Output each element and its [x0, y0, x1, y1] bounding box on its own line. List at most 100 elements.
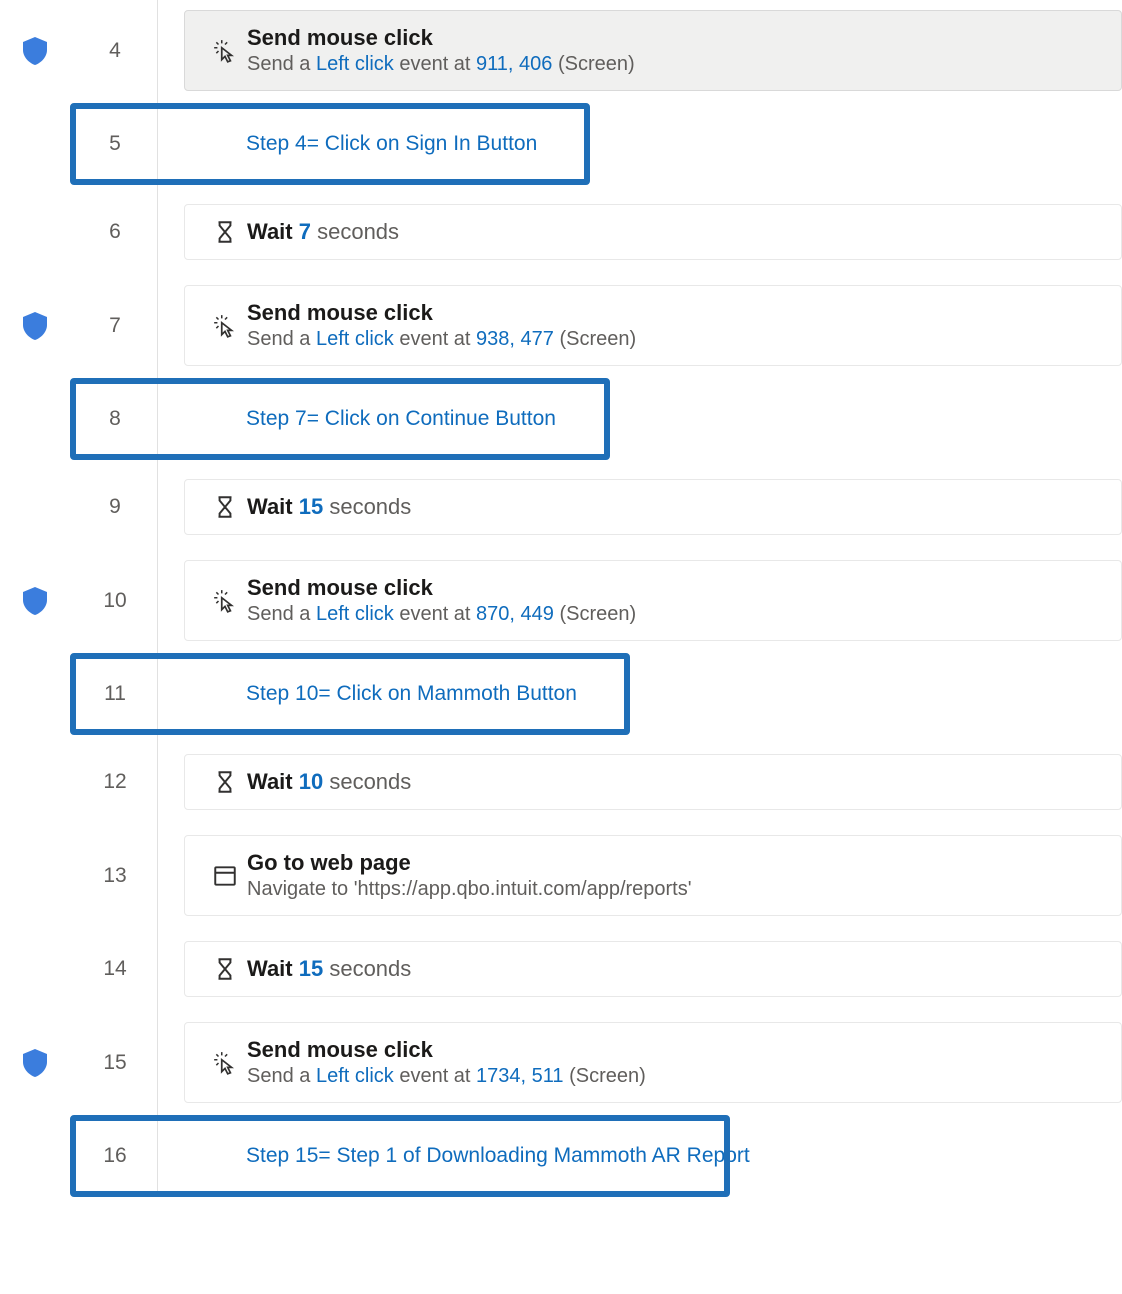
hourglass-icon: [203, 769, 247, 795]
step-title: Wait 7 seconds: [247, 219, 1103, 245]
wait-value: 7: [299, 219, 311, 244]
wait-value: 15: [299, 494, 323, 519]
browser-icon: [203, 863, 247, 889]
comment-step[interactable]: Step 4= Click on Sign In Button: [184, 118, 1122, 170]
step-title: Wait 15 seconds: [247, 494, 1103, 520]
step-text: Wait 10 seconds: [247, 769, 1103, 795]
step-text: Wait 7 seconds: [247, 219, 1103, 245]
click-coords: 1734, 511: [476, 1065, 564, 1087]
flow-step-row[interactable]: 4 Send mouse clickSend a Left click event…: [0, 10, 1122, 91]
step-text: Send mouse clickSend a Left click event …: [247, 25, 1103, 76]
flow-step-row[interactable]: 10 Send mouse clickSend a Left click even…: [0, 560, 1122, 641]
step-text: Wait 15 seconds: [247, 494, 1103, 520]
step-number: 5: [70, 132, 160, 156]
step-subtitle: Send a Left click event at 911, 406 (Scr…: [247, 53, 1103, 76]
comment-step[interactable]: Step 10= Click on Mammoth Button: [184, 668, 1122, 720]
shield-column: [0, 37, 70, 65]
action-step[interactable]: Send mouse clickSend a Left click event …: [184, 1022, 1122, 1103]
step-text: Wait 15 seconds: [247, 956, 1103, 982]
click-coords: 911, 406: [476, 53, 552, 75]
step-number: 8: [70, 407, 160, 431]
step-subtitle: Send a Left click event at 938, 477 (Scr…: [247, 328, 1103, 351]
step-subtitle: Send a Left click event at 870, 449 (Scr…: [247, 603, 1103, 626]
wait-value: 10: [299, 769, 323, 794]
step-title: Wait 10 seconds: [247, 769, 1103, 795]
action-step[interactable]: Send mouse clickSend a Left click event …: [184, 285, 1122, 366]
step-number: 16: [70, 1144, 160, 1168]
comment-step[interactable]: Step 15= Step 1 of Downloading Mammoth A…: [184, 1130, 1122, 1182]
mouse-click-icon: [203, 38, 247, 64]
flow-step-row[interactable]: 13 Go to web pageNavigate to 'https://app…: [0, 835, 1122, 916]
flow-step-row[interactable]: 9 Wait 15 seconds: [0, 472, 1122, 542]
step-number: 11: [70, 682, 160, 706]
wait-unit: seconds: [311, 219, 399, 244]
step-number: 13: [70, 864, 160, 888]
action-step[interactable]: Wait 15 seconds: [184, 941, 1122, 997]
action-step[interactable]: Send mouse clickSend a Left click event …: [184, 10, 1122, 91]
comment-text: Step 10= Click on Mammoth Button: [202, 682, 577, 706]
wait-value: 15: [299, 956, 323, 981]
action-step[interactable]: Wait 15 seconds: [184, 479, 1122, 535]
mouse-click-icon: [212, 38, 238, 64]
step-text: Go to web pageNavigate to 'https://app.q…: [247, 850, 1103, 901]
mouse-click-icon: [203, 313, 247, 339]
browser-icon: [212, 863, 238, 889]
step-subtitle: Navigate to 'https://app.qbo.intuit.com/…: [247, 878, 1103, 901]
action-step[interactable]: Wait 7 seconds: [184, 204, 1122, 260]
flow-step-row[interactable]: 7Send mouse clickSend a Left click event…: [0, 285, 1122, 366]
wait-label: Wait: [247, 219, 299, 244]
flow-step-row[interactable]: 11 Step 10= Click on Mammoth Button: [0, 659, 1122, 729]
step-title: Send mouse click: [247, 300, 1103, 326]
action-step[interactable]: Wait 10 seconds: [184, 754, 1122, 810]
step-number: 6: [70, 220, 160, 244]
mouse-click-icon: [212, 588, 238, 614]
wait-label: Wait: [247, 956, 299, 981]
hourglass-icon: [203, 956, 247, 982]
flow-step-row[interactable]: 16 Step 15= Step 1 of Downloading Mammoth…: [0, 1121, 1122, 1191]
mouse-click-icon: [212, 1050, 238, 1076]
flow-step-row[interactable]: 15Send mouse clickSend a Left click even…: [0, 1022, 1122, 1103]
mouse-click-icon: [203, 588, 247, 614]
shield-icon: [23, 312, 47, 340]
flow-step-row[interactable]: 12 Wait 10 seconds: [0, 747, 1122, 817]
action-step[interactable]: Go to web pageNavigate to 'https://app.q…: [184, 835, 1122, 916]
shield-icon: [23, 587, 47, 615]
hourglass-icon: [212, 494, 238, 520]
step-number: 4: [70, 39, 160, 63]
shield-column: [0, 312, 70, 340]
shield-column: [0, 587, 70, 615]
comment-text: Step 15= Step 1 of Downloading Mammoth A…: [202, 1144, 750, 1168]
step-title: Wait 15 seconds: [247, 956, 1103, 982]
flow-step-row[interactable]: 5 Step 4= Click on Sign In Button: [0, 109, 1122, 179]
click-type: Left click: [316, 53, 394, 75]
click-type: Left click: [316, 328, 394, 350]
click-type: Left click: [316, 1065, 394, 1087]
step-number: 14: [70, 957, 160, 981]
wait-label: Wait: [247, 494, 299, 519]
comment-step[interactable]: Step 7= Click on Continue Button: [184, 393, 1122, 445]
hourglass-icon: [212, 769, 238, 795]
comment-text: Step 4= Click on Sign In Button: [202, 132, 537, 156]
shield-icon: [23, 37, 47, 65]
click-coords: 938, 477: [476, 328, 554, 350]
click-type: Left click: [316, 603, 394, 625]
action-step[interactable]: Send mouse clickSend a Left click event …: [184, 560, 1122, 641]
hourglass-icon: [212, 956, 238, 982]
flow-step-row[interactable]: 6 Wait 7 seconds: [0, 197, 1122, 267]
mouse-click-icon: [212, 313, 238, 339]
step-title: Go to web page: [247, 850, 1103, 876]
flow-step-list: 4Send mouse clickSend a Left click event…: [0, 0, 1122, 1191]
step-number: 10: [70, 589, 160, 613]
shield-column: [0, 1049, 70, 1077]
flow-step-row[interactable]: 14 Wait 15 seconds: [0, 934, 1122, 1004]
hourglass-icon: [212, 219, 238, 245]
goto-url: https://app.qbo.intuit.com/app/reports: [358, 878, 688, 900]
step-number: 9: [70, 495, 160, 519]
step-text: Send mouse clickSend a Left click event …: [247, 575, 1103, 626]
step-title: Send mouse click: [247, 575, 1103, 601]
wait-unit: seconds: [323, 494, 411, 519]
step-number: 12: [70, 770, 160, 794]
shield-icon: [23, 1049, 47, 1077]
wait-unit: seconds: [323, 956, 411, 981]
flow-step-row[interactable]: 8 Step 7= Click on Continue Button: [0, 384, 1122, 454]
